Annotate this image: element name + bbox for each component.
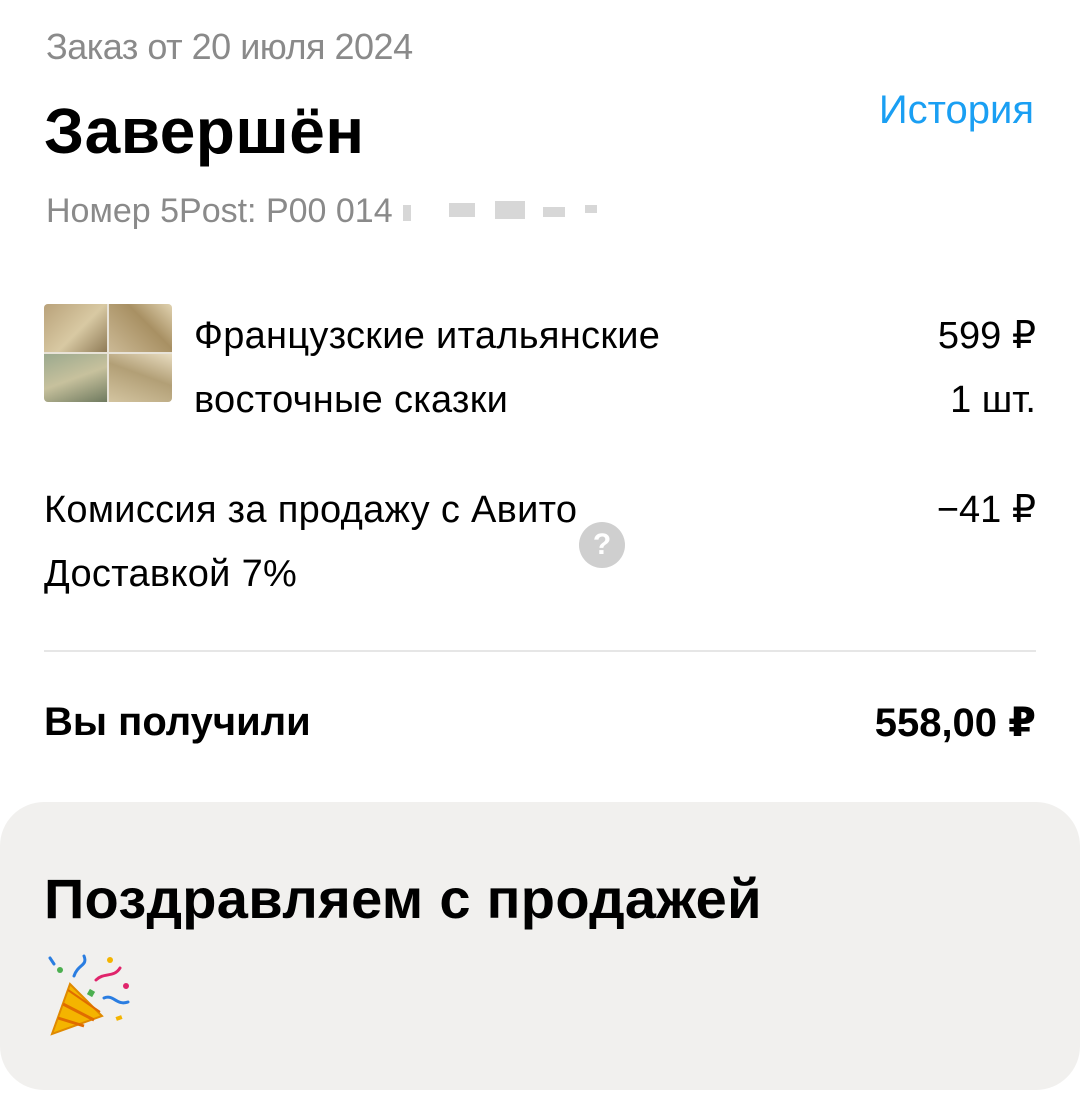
help-icon[interactable]: ? [579,522,625,568]
congrats-title: Поздравляем с продажей [44,867,762,930]
item-thumbnail[interactable] [44,304,172,402]
party-popper-icon [48,954,130,1036]
total-amount: 558,00 ₽ [874,701,1036,745]
congrats-card: Поздравляем с продажей [0,802,1080,1090]
order-date: Заказ от 20 июля 2024 [46,26,413,67]
total-row: Вы получили 558,00 ₽ [44,700,1036,760]
item-price: 599 ₽ [937,315,1036,357]
tracking-number-obscured [399,197,619,227]
commission-amount: −41 ₽ [936,489,1036,531]
tracking-number-text: Номер 5Post: P00 014 [46,192,393,230]
order-item[interactable]: Французские итальянские восточные сказки… [44,304,1036,454]
item-quantity: 1 шт. [950,379,1036,421]
history-link[interactable]: История [879,88,1034,133]
item-title[interactable]: Французские итальянские восточные сказки [194,304,834,432]
divider [44,650,1036,652]
order-status-title: Завершён [44,95,365,167]
total-label: Вы получили [44,700,311,744]
commission-row: Комиссия за продажу с Авито Доставкой 7%… [44,478,1036,618]
commission-label: Комиссия за продажу с Авито Доставкой 7% [44,489,578,595]
tracking-number: Номер 5Post: P00 014 [46,192,619,231]
